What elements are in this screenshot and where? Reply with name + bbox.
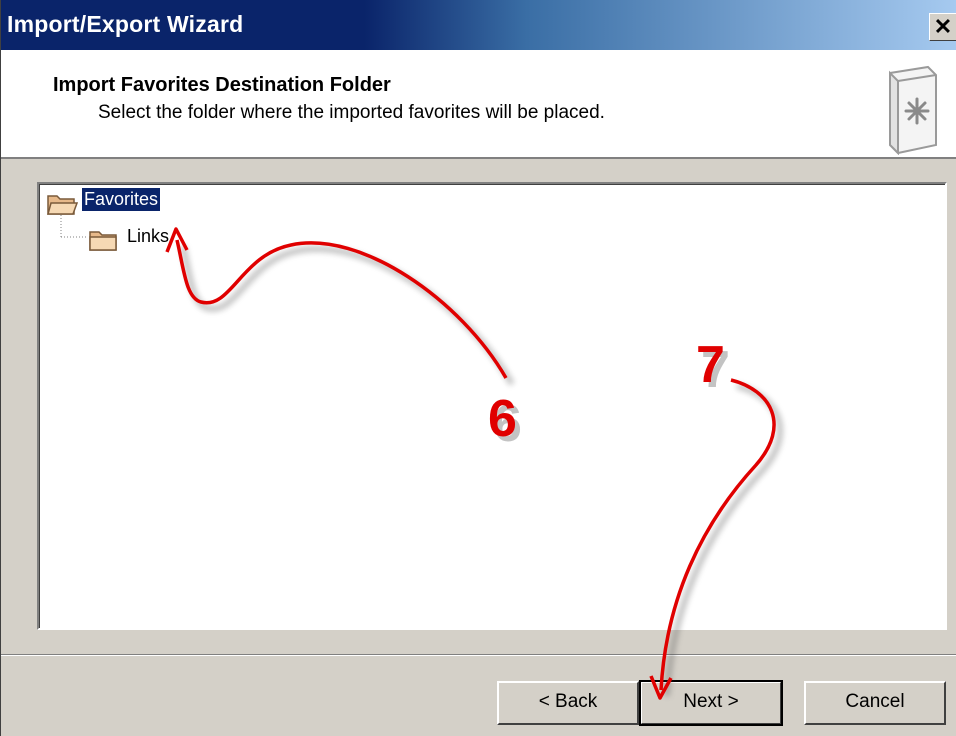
folder-open-icon (47, 195, 78, 215)
window-title: Import/Export Wizard (7, 11, 244, 37)
title-bar[interactable]: Import/Export Wizard ✕ (1, 0, 956, 50)
header-subtitle: Select the folder where the imported fav… (98, 102, 605, 123)
close-button[interactable]: ✕ (929, 13, 956, 41)
tree-item-links[interactable]: Links (125, 225, 171, 248)
import-export-wizard-window: Import/Export Wizard ✕ Import Favorites … (0, 0, 956, 736)
wizard-header: Import Favorites Destination Folder Sele… (1, 50, 956, 159)
wizard-favorites-icon (889, 65, 937, 155)
folder-tree[interactable]: Favorites Links (37, 182, 947, 630)
tree-item-favorites[interactable]: Favorites (82, 188, 161, 211)
tree-connector (60, 215, 88, 238)
header-title: Import Favorites Destination Folder (53, 74, 391, 96)
separator (1, 654, 956, 656)
back-button[interactable]: < Back (497, 681, 639, 725)
folder-icon (89, 231, 117, 251)
next-button[interactable]: Next > (639, 680, 783, 726)
cancel-button[interactable]: Cancel (804, 681, 946, 725)
close-icon: ✕ (933, 14, 953, 39)
